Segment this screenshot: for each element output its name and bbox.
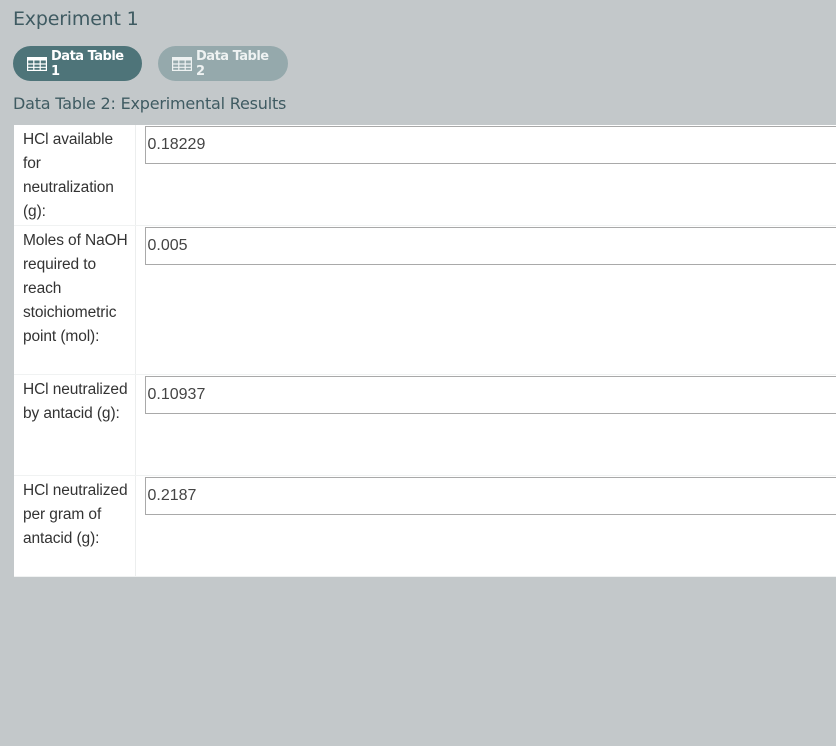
tab-data-table-1[interactable]: Data Table 1 [13,46,142,81]
value-cell [135,475,836,577]
table-row: HCl neutralized per gram of antacid (g): [14,475,836,577]
tab-data-table-2[interactable]: Data Table 2 [158,46,288,81]
moles-naoh-input[interactable] [144,227,836,265]
tab-label: Data Table 2 [196,48,269,79]
hcl-per-gram-input[interactable] [144,477,836,515]
table-row: HCl neutralized by antacid (g): [14,374,836,476]
results-table: HCl available for neutralization (g): Mo… [14,125,836,577]
value-cell [135,374,836,476]
value-cell [135,225,836,375]
row-label: HCl neutralized by antacid (g): [14,374,136,476]
table-row: Moles of NaOH required to reach stoichio… [14,225,836,375]
table-title: Data Table 2: Experimental Results [13,94,287,113]
value-cell [135,125,836,226]
experiment-title: Experiment 1 [13,8,139,30]
tab-bar: Data Table 1 Data Table 2 [13,46,288,81]
row-label: HCl available for neutralization (g): [14,125,136,226]
tab-label: Data Table 1 [51,48,124,79]
table-icon [26,56,48,71]
hcl-available-input[interactable] [144,126,836,164]
hcl-neutralized-input[interactable] [144,376,836,414]
table-icon [171,56,193,71]
row-label: HCl neutralized per gram of antacid (g): [14,475,136,577]
row-label: Moles of NaOH required to reach stoichio… [14,225,136,375]
table-row: HCl available for neutralization (g): [14,125,836,226]
